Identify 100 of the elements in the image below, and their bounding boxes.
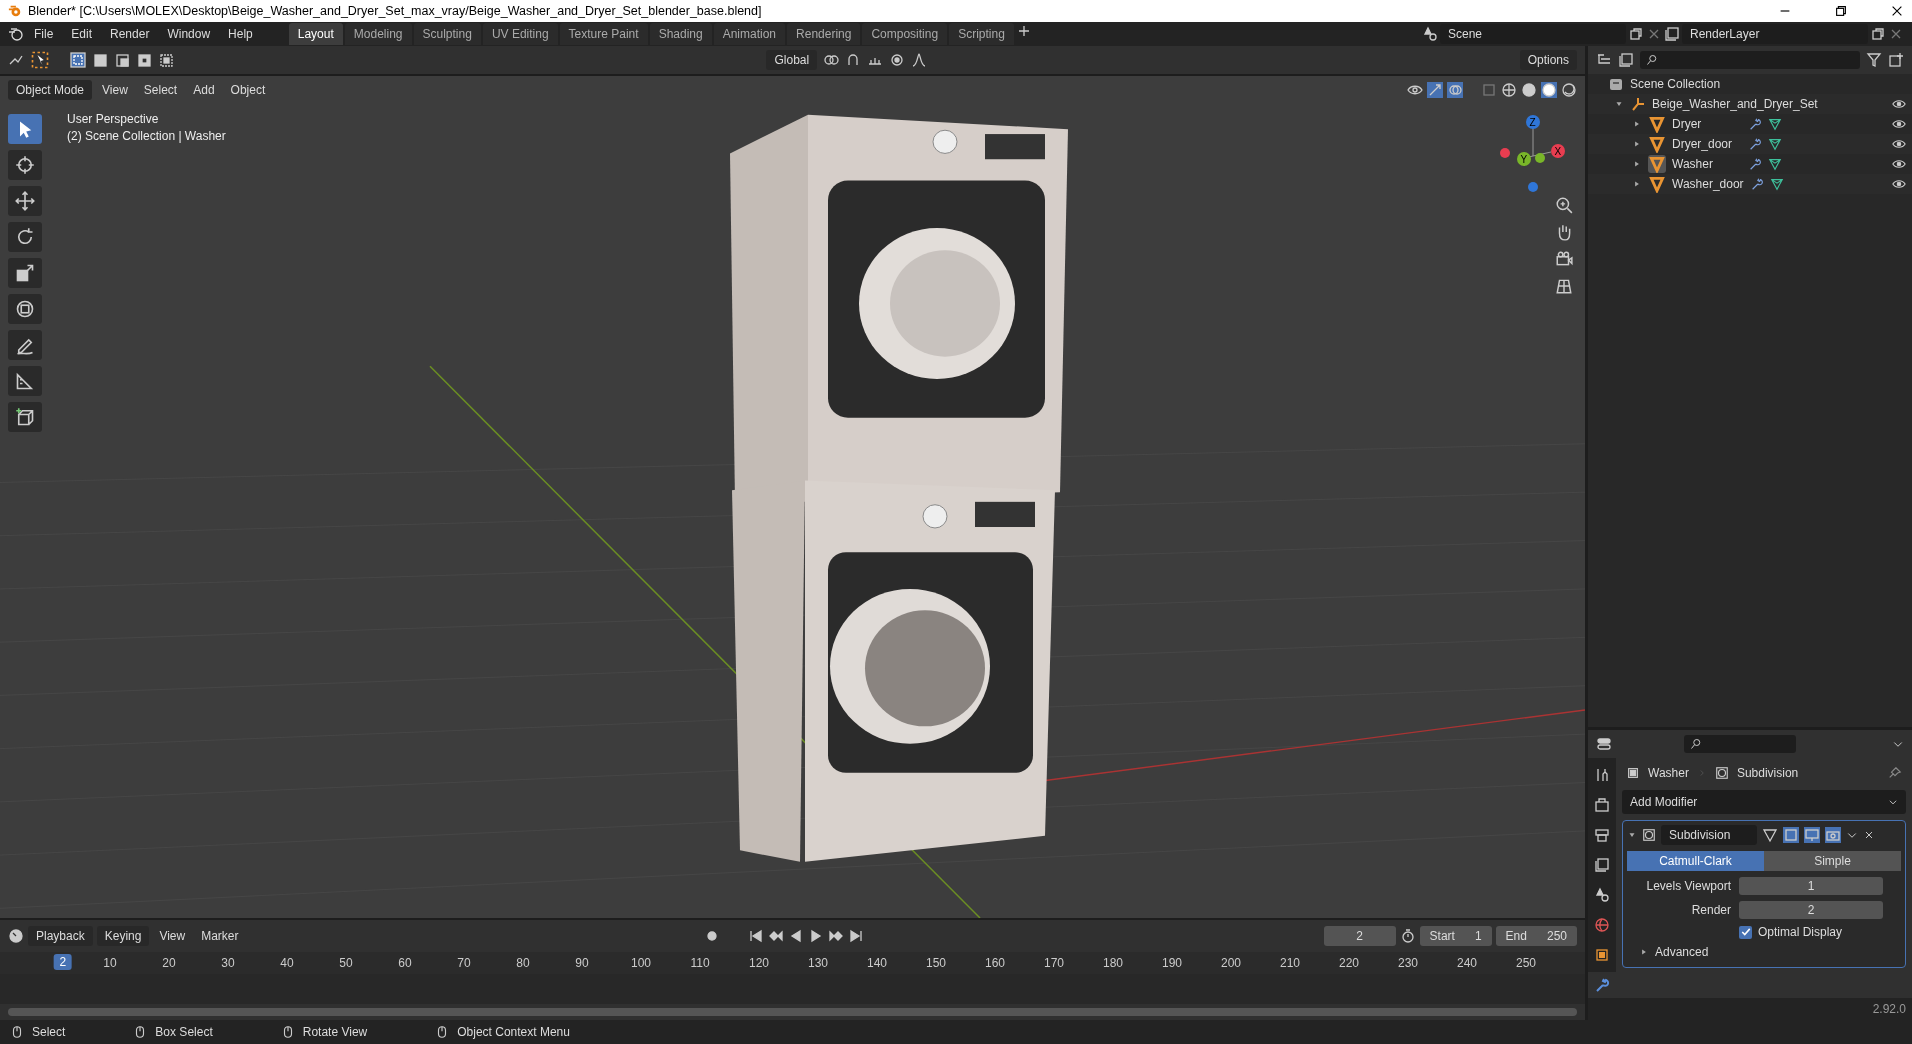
copy-icon[interactable] <box>1628 26 1644 42</box>
modifier-circle-icon[interactable] <box>1642 828 1656 842</box>
add-cube-icon[interactable] <box>8 402 42 432</box>
timeline-menu[interactable]: Keying <box>96 926 150 946</box>
wrench-icon[interactable] <box>1748 157 1762 171</box>
jump-end-icon[interactable] <box>848 928 865 944</box>
object-icon[interactable] <box>1626 766 1640 780</box>
falloff-curve-icon[interactable] <box>911 52 928 68</box>
add-modifier-dropdown[interactable]: Add Modifier <box>1622 790 1906 814</box>
eye-icon[interactable] <box>1892 177 1906 191</box>
outliner-item[interactable]: Dryer_door <box>1672 137 1742 151</box>
scene-icon[interactable] <box>1422 26 1438 42</box>
grid-icon[interactable] <box>1555 277 1573 295</box>
eye-icon[interactable] <box>1892 157 1906 171</box>
wrench-icon[interactable] <box>1748 137 1762 151</box>
transform-orientation-dropdown[interactable]: Global <box>766 50 818 70</box>
scene-field[interactable]: Scene <box>1440 24 1626 44</box>
mesh-data-icon[interactable] <box>1769 177 1784 191</box>
prev-keyframe-icon[interactable] <box>768 928 785 944</box>
select-mode-subtract-icon[interactable] <box>114 52 130 68</box>
gizmo-toggle-icon[interactable] <box>1427 82 1443 98</box>
start-frame-field[interactable]: Start 1 <box>1419 926 1492 946</box>
scale-icon[interactable] <box>8 258 42 288</box>
mesh-data-icon[interactable] <box>1768 157 1782 171</box>
mesh-object-icon[interactable] <box>1648 155 1666 173</box>
workspace-tab[interactable]: Texture Paint <box>559 23 648 45</box>
menu-item[interactable]: Edit <box>63 24 101 44</box>
display-mode-icon[interactable] <box>1618 52 1634 68</box>
proportional-edit-icon[interactable] <box>889 52 906 68</box>
cage-toggle-icon[interactable] <box>1783 827 1799 843</box>
timeline-menu[interactable]: Marker <box>195 926 245 946</box>
playhead[interactable]: 2 <box>53 954 73 970</box>
workspace-tab[interactable]: Layout <box>288 23 343 45</box>
clock-editor-icon[interactable] <box>8 928 24 944</box>
number-field[interactable]: 1 <box>1739 877 1883 895</box>
render-toggle-icon[interactable] <box>1825 827 1841 843</box>
eye-icon[interactable] <box>1892 97 1906 111</box>
modifier-name-field[interactable]: Subdivision <box>1661 825 1757 845</box>
subdivision-type-option[interactable]: Simple <box>1764 851 1901 871</box>
rendered-shading-icon[interactable] <box>1561 82 1577 98</box>
outliner-item[interactable]: Beige_Washer_and_Dryer_Set <box>1652 97 1818 111</box>
select-box-icon[interactable] <box>30 50 50 70</box>
solid-shading-icon[interactable] <box>1521 82 1537 98</box>
filter-icon[interactable] <box>1866 52 1882 68</box>
wrench-icon[interactable] <box>1748 117 1762 131</box>
wrench-icon[interactable] <box>1749 177 1764 191</box>
view-layer-field[interactable]: RenderLayer <box>1682 24 1868 44</box>
select-mode-extend-icon[interactable] <box>92 52 108 68</box>
modifier-circle-icon[interactable] <box>1714 766 1729 780</box>
cursor-icon[interactable] <box>8 150 42 180</box>
checkbox[interactable] <box>1739 925 1752 939</box>
collection-box-icon[interactable] <box>1608 76 1624 92</box>
wrench-icon[interactable] <box>1588 972 1616 998</box>
stopwatch-icon[interactable] <box>1399 928 1416 944</box>
mouse-icon[interactable] <box>10 1025 24 1039</box>
workspace-tab[interactable]: Animation <box>713 23 786 45</box>
viewport-menu[interactable]: Select <box>137 80 184 100</box>
outliner-root[interactable]: Scene Collection <box>1630 77 1721 91</box>
next-keyframe-icon[interactable] <box>828 928 845 944</box>
select-mode-intersect-icon[interactable] <box>158 52 174 68</box>
search-icon[interactable] <box>1646 54 1658 66</box>
close-icon[interactable] <box>1890 4 1904 18</box>
workspace-tab[interactable]: Modeling <box>344 23 412 45</box>
mode-dropdown[interactable]: Object Mode <box>8 80 93 100</box>
search-icon[interactable] <box>1690 738 1702 750</box>
overlay-toggle-icon[interactable] <box>1447 82 1463 98</box>
viewport-toggle-icon[interactable] <box>1804 827 1820 843</box>
timeline-menu[interactable]: View <box>153 926 192 946</box>
wireframe-shading-icon[interactable] <box>1501 82 1517 98</box>
eye-icon[interactable] <box>1892 117 1906 131</box>
mesh-data-icon[interactable] <box>1768 137 1782 151</box>
end-frame-field[interactable]: End 250 <box>1495 926 1577 946</box>
ruler-icon[interactable] <box>8 366 42 396</box>
workspace-tab[interactable]: Sculpting <box>413 23 481 45</box>
select-cursor-icon[interactable] <box>8 114 42 144</box>
new-collection-icon[interactable] <box>1888 52 1904 68</box>
outliner-item[interactable]: Washer <box>1672 157 1742 171</box>
rotate-icon[interactable] <box>8 222 42 252</box>
edit-mode-toggle-icon[interactable] <box>1762 827 1778 843</box>
restore-icon[interactable] <box>1834 4 1848 18</box>
zoom-icon[interactable] <box>1555 196 1573 214</box>
workspace-tab[interactable]: Rendering <box>787 23 861 45</box>
mesh-object-icon[interactable] <box>1648 135 1666 153</box>
mesh-object-icon[interactable] <box>1648 115 1666 133</box>
eye-icon[interactable] <box>1892 137 1906 151</box>
scrollbar[interactable] <box>8 1008 1577 1016</box>
pin-icon[interactable] <box>1888 766 1902 780</box>
select-mode-invert-icon[interactable] <box>136 52 152 68</box>
menu-item[interactable]: Render <box>102 24 158 44</box>
view-layer-icon[interactable] <box>1664 26 1680 42</box>
mesh-data-icon[interactable] <box>1768 117 1782 131</box>
move-icon[interactable] <box>8 186 42 216</box>
number-field[interactable]: 2 <box>1739 901 1883 919</box>
outliner-item[interactable]: Dryer <box>1672 117 1742 131</box>
search-field[interactable] <box>1640 51 1860 69</box>
workspace-tab[interactable]: Compositing <box>862 23 948 45</box>
workspace-tab[interactable]: UV Editing <box>482 23 558 45</box>
pencil-icon[interactable] <box>8 330 42 360</box>
subpanel-header[interactable]: Advanced <box>1655 945 1709 959</box>
viewport-menu[interactable]: Object <box>224 80 272 100</box>
